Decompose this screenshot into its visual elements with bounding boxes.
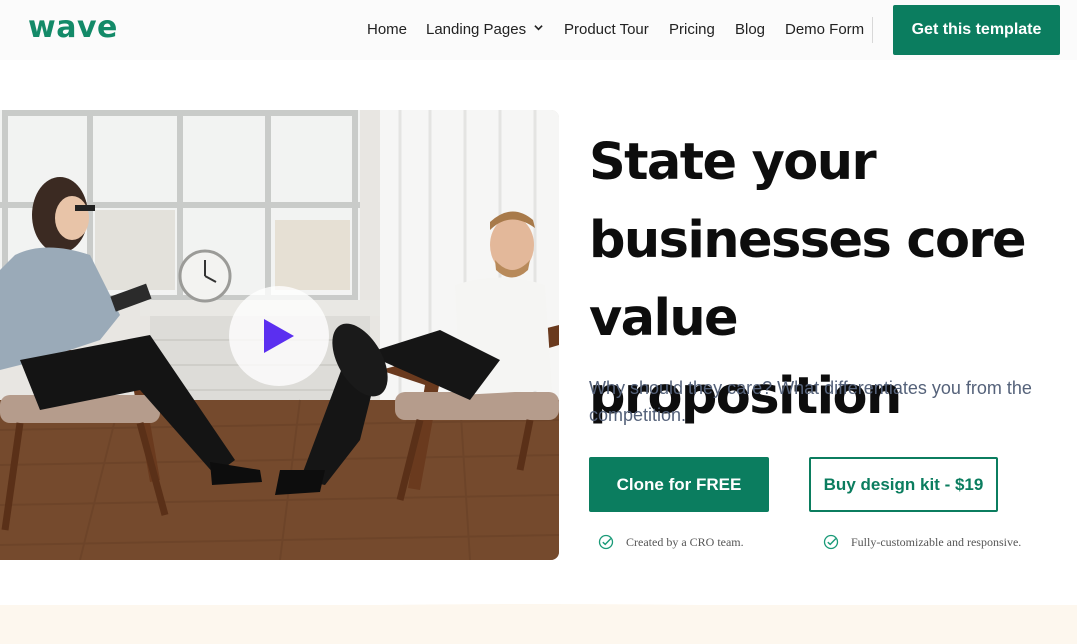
play-video-button[interactable]	[229, 286, 329, 386]
clone-free-button[interactable]: Clone for FREE	[589, 457, 769, 512]
nav-demo-form[interactable]: Demo Form	[785, 21, 864, 38]
feature-item-customizable: Fully-customizable and responsive.	[823, 534, 1021, 550]
site-header: wave Home Landing Pages Product Tour Pri…	[0, 0, 1077, 60]
wave-logo[interactable]: wave	[28, 10, 118, 45]
nav-divider	[872, 17, 873, 43]
buy-design-kit-button[interactable]: Buy design kit - $19	[809, 457, 998, 512]
nav-landing-pages-label: Landing Pages	[426, 21, 527, 38]
feature-text: Fully-customizable and responsive.	[851, 534, 1022, 549]
check-circle-icon	[823, 534, 839, 550]
feature-text: Created by a CRO team.	[626, 534, 744, 549]
feature-item-cro: Created by a CRO team.	[598, 534, 744, 550]
play-icon	[264, 319, 294, 353]
nav-pricing[interactable]: Pricing	[669, 21, 715, 38]
nav-blog[interactable]: Blog	[735, 21, 765, 38]
nav-landing-pages[interactable]: Landing Pages	[426, 21, 543, 38]
nav-home[interactable]: Home	[367, 21, 407, 38]
hero-subtext: Why should they care? What differentiate…	[589, 378, 1032, 425]
hero-video-thumbnail[interactable]	[0, 110, 559, 560]
check-circle-icon	[598, 534, 614, 550]
nav-product-tour[interactable]: Product Tour	[564, 21, 649, 38]
next-section-band	[0, 605, 1077, 644]
get-template-button[interactable]: Get this template	[893, 5, 1060, 55]
chevron-down-icon	[534, 25, 543, 31]
